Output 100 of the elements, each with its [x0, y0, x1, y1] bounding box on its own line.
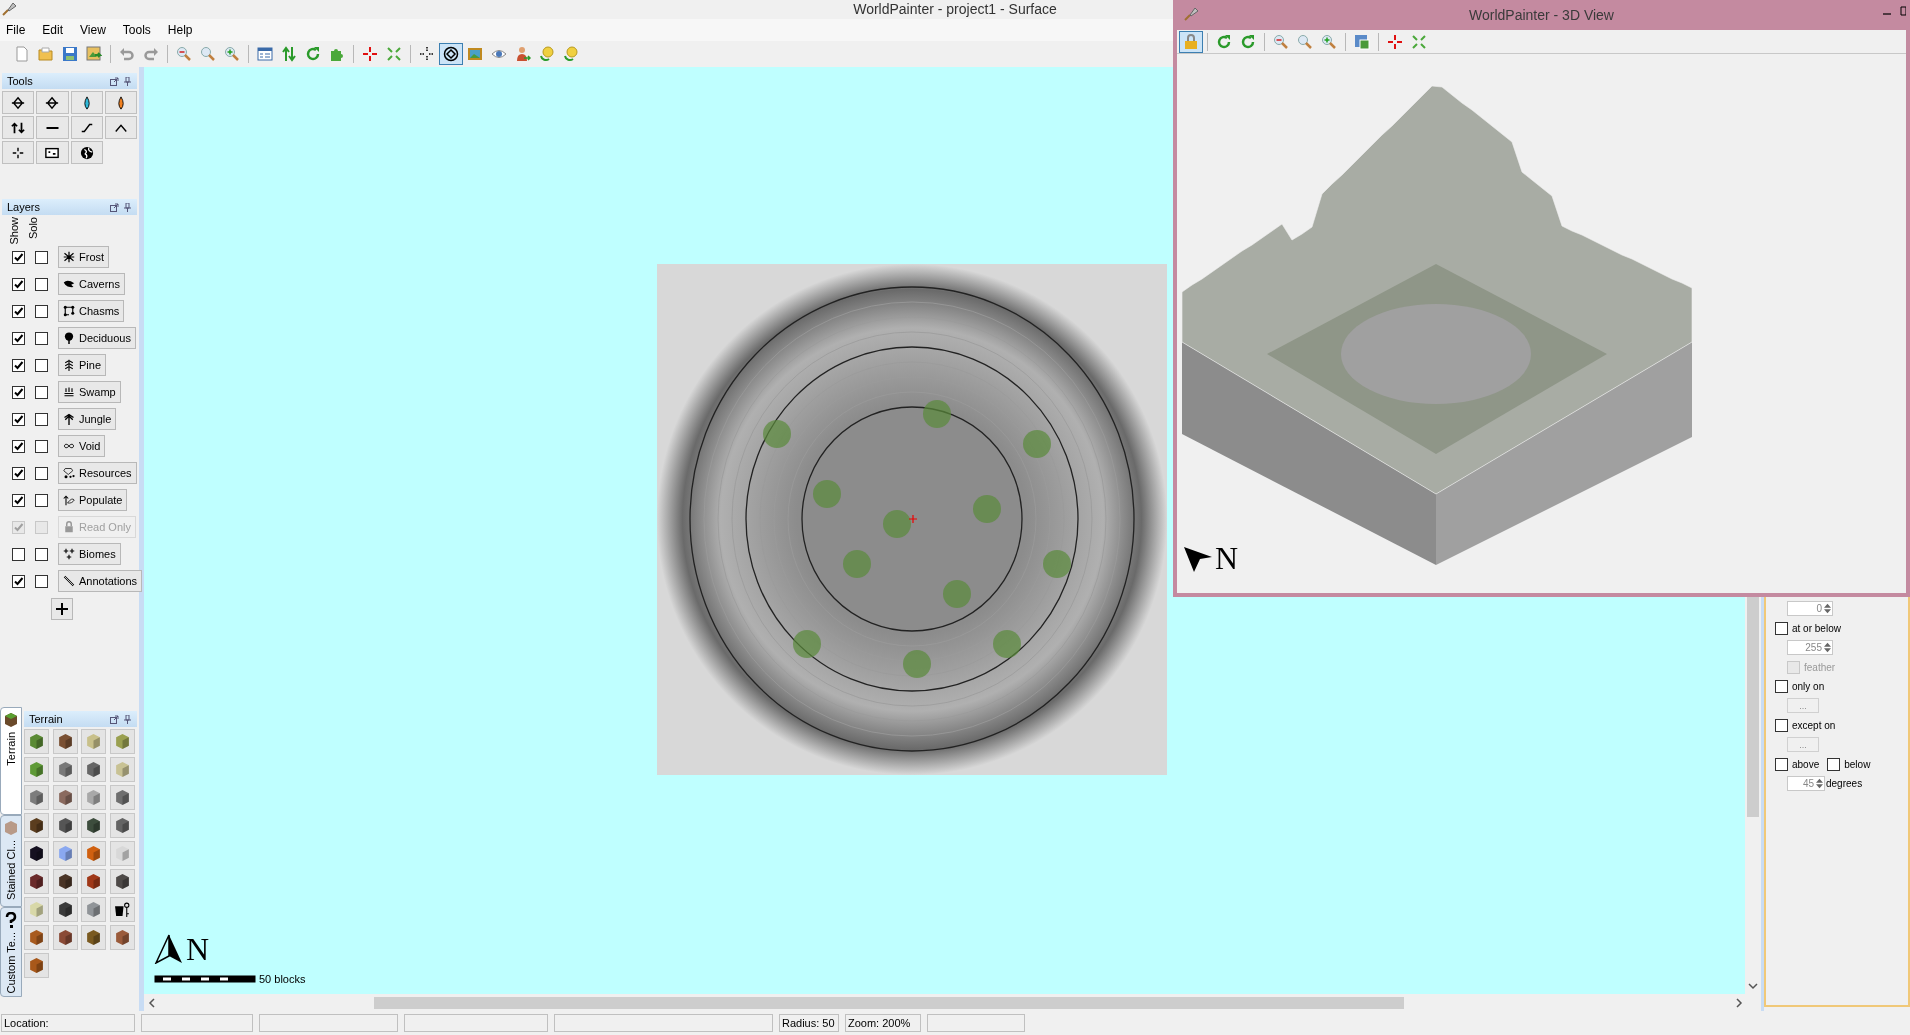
raise-mountain-icon [11, 95, 26, 110]
layer-button[interactable]: Annotations [58, 570, 143, 592]
show-checkbox[interactable] [12, 385, 25, 399]
layer-button[interactable]: Pine [58, 354, 107, 376]
below-checkbox[interactable] [1827, 757, 1841, 771]
checkbox-label: above [1792, 757, 1820, 772]
slope-line-button[interactable] [70, 116, 103, 139]
layer-button[interactable]: Biomes [58, 543, 121, 565]
shovel-icon [1183, 6, 1199, 22]
show-checkbox[interactable] [12, 250, 25, 264]
terrain-tab[interactable]: Custom Te... [0, 907, 22, 997]
except-on-checkbox[interactable] [1775, 718, 1788, 732]
menu-item[interactable]: View [80, 21, 106, 39]
zoom-out-icon [1273, 33, 1289, 50]
show-checkbox[interactable] [12, 574, 25, 588]
solo-checkbox[interactable] [35, 439, 48, 453]
gems-icon [63, 467, 75, 479]
menu-item[interactable]: File [6, 21, 26, 39]
menu-item[interactable]: Tools [122, 21, 151, 39]
padlock-button[interactable] [1179, 30, 1203, 53]
show-checkbox[interactable] [12, 412, 25, 426]
number-spinner[interactable]: 0 [1787, 601, 1833, 616]
layer-button[interactable]: Jungle [58, 408, 117, 430]
show-checkbox[interactable] [12, 277, 25, 291]
solo-checkbox[interactable] [35, 331, 48, 345]
checkbox-label: feather [1804, 660, 1836, 675]
arrows-inward-icon [386, 46, 402, 62]
show-checkbox[interactable] [12, 331, 25, 345]
show-checkbox[interactable] [12, 547, 25, 561]
layer-button[interactable]: Resources [58, 462, 137, 484]
checkbox-label: below [1844, 757, 1871, 772]
solo-checkbox[interactable] [35, 466, 48, 480]
arrows-up-down-icon [11, 120, 26, 135]
show-checkbox[interactable] [12, 358, 25, 372]
layer-button[interactable]: Chasms [58, 300, 125, 322]
globe-button[interactable] [70, 141, 103, 164]
layer-button[interactable]: Deciduous [58, 327, 136, 349]
framed-pattern-icon [45, 145, 60, 160]
lava-drop-button[interactable] [104, 91, 137, 114]
compass-label: N [186, 934, 210, 964]
snowflake-icon [63, 251, 75, 263]
solo-checkbox[interactable] [35, 358, 48, 372]
number-spinner[interactable]: 45 [1787, 776, 1825, 791]
add-layer-button[interactable] [51, 598, 73, 620]
flat-line-button[interactable] [36, 116, 69, 139]
magnifier-icon [1297, 33, 1313, 50]
status-field: Location: [1, 1014, 135, 1032]
raise-mountain-button[interactable] [2, 91, 35, 114]
lower-mountain-button[interactable] [36, 91, 69, 114]
show-checkbox[interactable] [12, 493, 25, 507]
menu-item[interactable]: Help [167, 21, 193, 39]
checkbox-label: only on [1792, 679, 1825, 694]
dotted-crosshair-button[interactable] [2, 141, 35, 164]
crosshair-icon [1387, 33, 1403, 50]
solo-checkbox[interactable] [35, 304, 48, 318]
window-title: WorldPainter - project1 - Surface [853, 0, 1057, 19]
layer-button[interactable]: Caverns [58, 273, 125, 295]
north-arrow-icon [154, 934, 184, 964]
only-on-checkbox[interactable] [1775, 679, 1788, 693]
show-checkbox[interactable] [12, 439, 25, 453]
layer-button[interactable]: Frost [58, 246, 110, 268]
zoom-out-icon [176, 46, 192, 62]
solo-checkbox[interactable] [35, 493, 48, 507]
maximize-button[interactable] [1900, 6, 1906, 16]
panel-title: Layers [7, 199, 42, 215]
arrows-up-down-button[interactable] [2, 116, 35, 139]
round-tree-icon [63, 332, 75, 344]
solo-checkbox[interactable] [35, 250, 48, 264]
layer-button[interactable]: Populate [58, 489, 128, 511]
target-icon [443, 46, 459, 62]
layer-button[interactable]: Void [58, 435, 106, 457]
solo-checkbox[interactable] [35, 547, 48, 561]
at-or-below-checkbox[interactable] [1775, 621, 1788, 635]
terrain-tab[interactable]: Stained Cl... [0, 815, 22, 907]
number-spinner[interactable]: 255 [1787, 640, 1833, 655]
caret-button[interactable] [104, 116, 137, 139]
menu-item[interactable]: Edit [42, 21, 64, 39]
panel-title: Tools [7, 73, 34, 89]
solo-checkbox[interactable] [35, 277, 48, 291]
framed-pattern-button[interactable] [36, 141, 69, 164]
undo-icon [119, 46, 135, 62]
solo-checkbox[interactable] [35, 412, 48, 426]
show-checkbox[interactable] [12, 304, 25, 318]
above-checkbox[interactable] [1775, 757, 1788, 771]
padlock-icon [63, 521, 75, 533]
lightbulb-arrow-icon [539, 46, 555, 62]
arrows-inward-icon [1411, 33, 1427, 50]
scrollbar-thumb[interactable] [374, 996, 1404, 1009]
magnifier-icon [200, 46, 216, 62]
terrain-tab[interactable]: Terrain [0, 707, 22, 815]
layer-button[interactable]: Swamp [58, 381, 121, 403]
solo-checkbox[interactable] [35, 574, 48, 588]
person-arrow-icon [515, 46, 531, 62]
dotted-crosshair-icon [419, 46, 435, 62]
lightbulb-arrow-icon [563, 46, 579, 62]
redo-icon [143, 46, 159, 62]
solo-checkbox[interactable] [35, 385, 48, 399]
show-checkbox[interactable] [12, 466, 25, 480]
water-drop-button[interactable] [70, 91, 103, 114]
target-button[interactable] [439, 43, 463, 65]
